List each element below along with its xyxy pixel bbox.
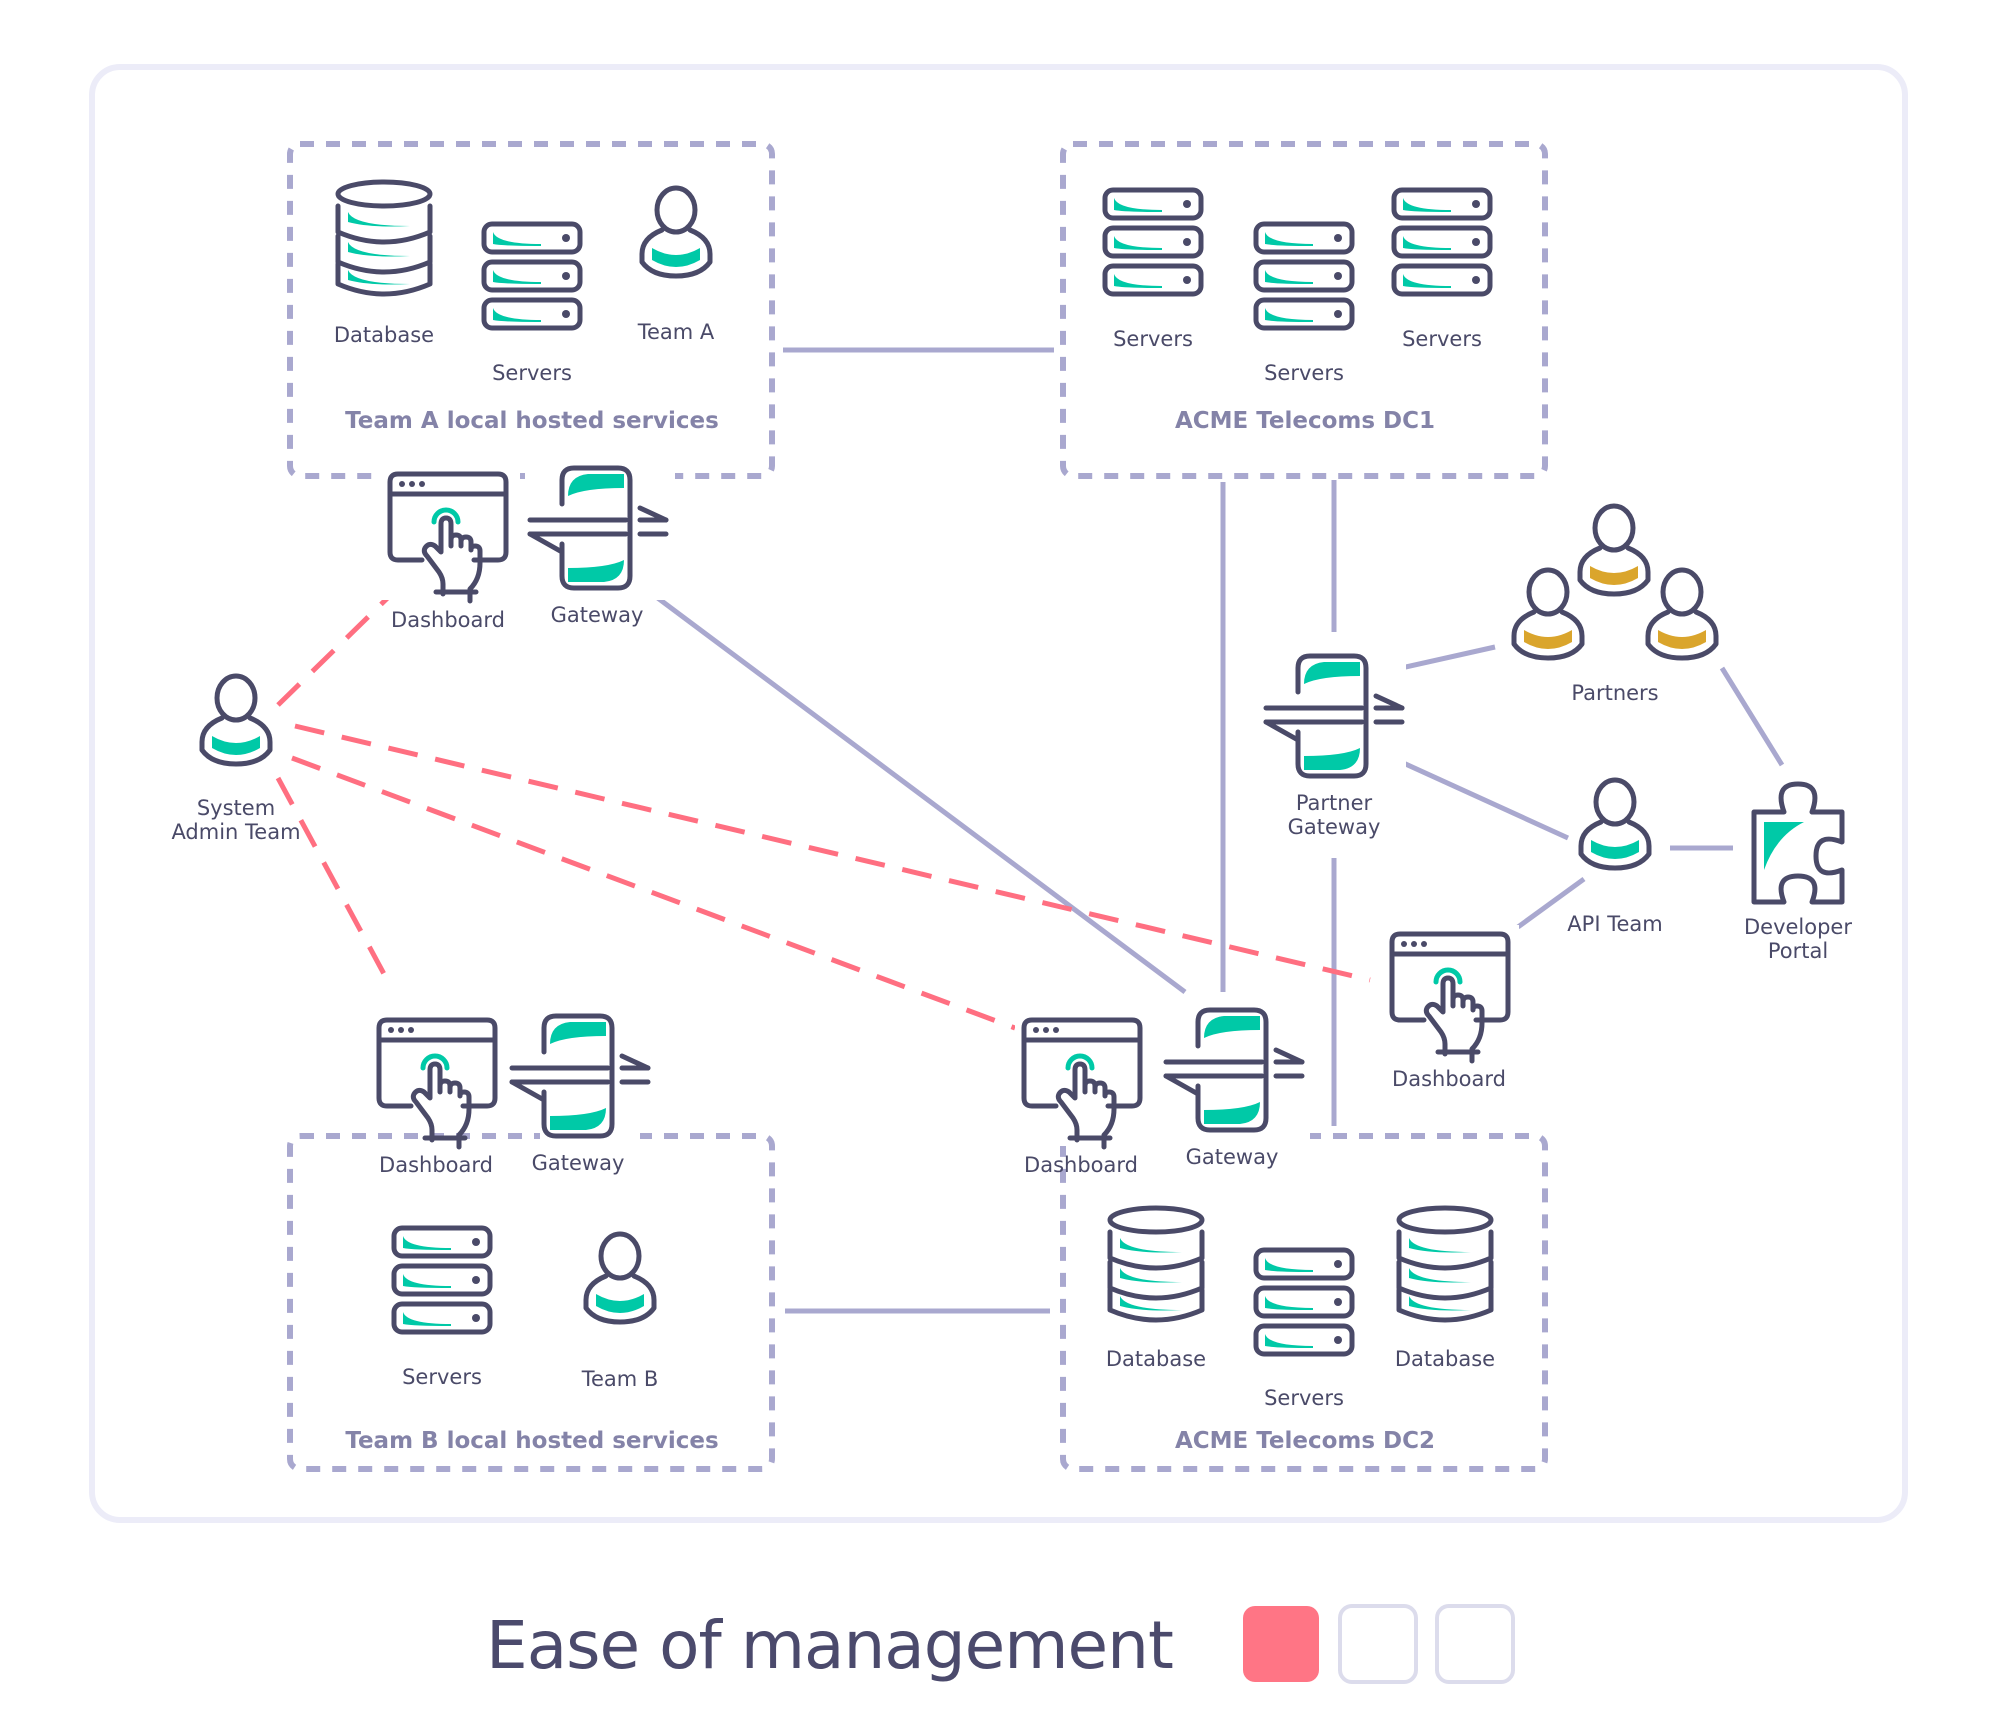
node-api-team[interactable]: API Team bbox=[1567, 780, 1663, 936]
item-label: Database bbox=[1106, 1347, 1206, 1371]
servers-icon bbox=[484, 224, 580, 328]
node-developer-portal[interactable]: Developer Portal bbox=[1744, 784, 1852, 963]
item-label: Servers bbox=[1113, 327, 1193, 351]
node-partners[interactable]: Partners bbox=[1514, 506, 1716, 705]
item-label: Servers bbox=[492, 361, 572, 385]
group-dc2-border bbox=[1060, 1133, 1548, 1472]
group-team-a: Database Servers Team A Team A local hos… bbox=[287, 141, 775, 479]
node-label-line2: Gateway bbox=[1288, 815, 1381, 839]
link-partner-gateway-api-team bbox=[1386, 753, 1570, 841]
footer: Ease of management bbox=[486, 1604, 1515, 1684]
admin-links bbox=[275, 576, 1371, 1031]
admin-link-dashboard-api bbox=[294, 723, 1371, 983]
node-label: Dashboard bbox=[1024, 1153, 1138, 1177]
node-gateway-b[interactable]: Gateway bbox=[512, 1016, 648, 1175]
servers-icon bbox=[1256, 224, 1352, 328]
node-label-line2: Portal bbox=[1768, 939, 1828, 963]
node-label-line2: Admin Team bbox=[171, 820, 300, 844]
architecture-diagram: Database Servers Team A Team A local hos… bbox=[89, 64, 1908, 1684]
servers-icon bbox=[1394, 190, 1490, 294]
item-label: Team A bbox=[637, 320, 715, 344]
database-icon bbox=[338, 182, 430, 294]
link-gateway-a-gateway-dc2 bbox=[645, 587, 1187, 995]
admin-link-dashboard-dc2 bbox=[291, 755, 1016, 1031]
node-label: Gateway bbox=[551, 603, 644, 627]
node-label: Gateway bbox=[1186, 1145, 1279, 1169]
group-team-b-border bbox=[287, 1133, 775, 1472]
node-label: Partners bbox=[1571, 681, 1658, 705]
database-icon bbox=[1110, 1208, 1202, 1320]
dashboard-icon bbox=[379, 1020, 495, 1147]
gateway-icon bbox=[512, 1016, 648, 1136]
footer-title: Ease of management bbox=[486, 1607, 1173, 1684]
servers-icon bbox=[1256, 1250, 1352, 1354]
node-dashboard-a[interactable]: Dashboard bbox=[380, 460, 520, 632]
rating-square-empty bbox=[1435, 1604, 1515, 1684]
item-label: Servers bbox=[1264, 1386, 1344, 1410]
node-label: Gateway bbox=[532, 1151, 625, 1175]
item-label: Database bbox=[334, 323, 434, 347]
node-label: Dashboard bbox=[379, 1153, 493, 1177]
node-label-line1: Partner bbox=[1296, 791, 1373, 815]
node-label: Dashboard bbox=[1392, 1067, 1506, 1091]
group-title: ACME Telecoms DC1 bbox=[1175, 408, 1435, 434]
user-icon bbox=[642, 188, 710, 276]
servers-icon bbox=[394, 1228, 490, 1332]
group-title: Team B local hosted services bbox=[345, 1428, 718, 1454]
rating-square-empty bbox=[1338, 1604, 1418, 1684]
item-label: Database bbox=[1395, 1347, 1495, 1371]
partner-user-icon bbox=[1514, 570, 1582, 658]
item-label: Servers bbox=[402, 1365, 482, 1389]
servers-icon bbox=[1105, 190, 1201, 294]
group-dc1: Servers Servers Servers ACME Telecoms DC… bbox=[1060, 141, 1548, 479]
node-partner-gateway[interactable]: Partner Gateway bbox=[1262, 648, 1406, 839]
node-label: Dashboard bbox=[391, 608, 505, 632]
node-label-line1: System bbox=[197, 796, 275, 820]
node-dashboard-b[interactable]: Dashboard bbox=[379, 1020, 495, 1177]
user-icon bbox=[202, 676, 270, 764]
node-dashboard-api[interactable]: Dashboard bbox=[1384, 925, 1519, 1091]
rating-square-filled bbox=[1243, 1606, 1319, 1682]
puzzle-icon bbox=[1754, 784, 1842, 902]
item-label: Servers bbox=[1264, 361, 1344, 385]
item-label: Servers bbox=[1402, 327, 1482, 351]
link-partner-gateway-partners bbox=[1391, 644, 1496, 673]
rating-indicator bbox=[1243, 1604, 1515, 1684]
group-title: Team A local hosted services bbox=[345, 408, 719, 434]
user-icon bbox=[1581, 780, 1649, 868]
user-icon bbox=[586, 1234, 654, 1322]
partner-user-icon bbox=[1648, 570, 1716, 658]
admin-link-dashboard-b bbox=[275, 776, 393, 987]
group-title: ACME Telecoms DC2 bbox=[1175, 1428, 1435, 1454]
link-partners-developer-portal bbox=[1719, 666, 1785, 767]
node-dashboard-dc2[interactable]: Dashboard bbox=[1015, 1010, 1150, 1177]
node-label: API Team bbox=[1567, 912, 1662, 936]
node-label-line1: Developer bbox=[1744, 915, 1852, 939]
database-icon bbox=[1399, 1208, 1491, 1320]
node-gateway-a[interactable]: Gateway bbox=[525, 460, 675, 627]
item-label: Team B bbox=[581, 1367, 659, 1391]
partner-user-icon bbox=[1580, 506, 1648, 594]
